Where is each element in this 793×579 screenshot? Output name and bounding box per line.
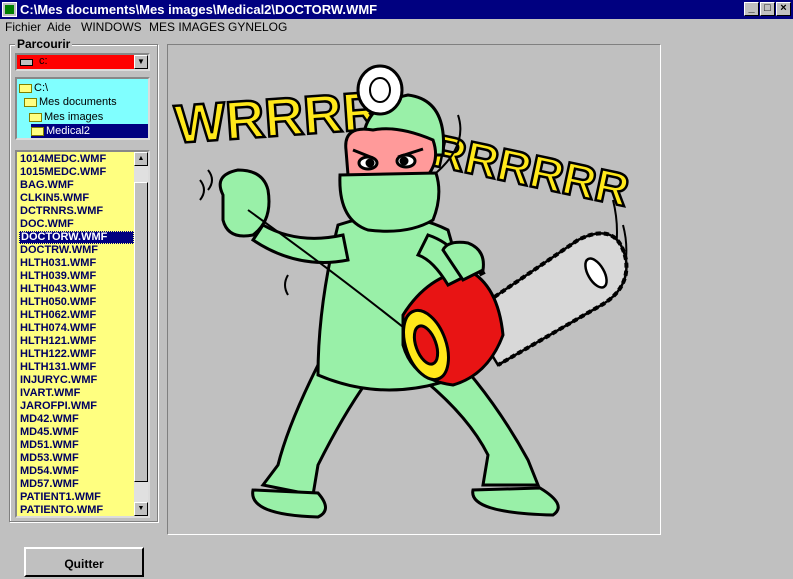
file-item[interactable]: HLTH131.WMF xyxy=(19,361,134,374)
drive-icon xyxy=(20,59,33,66)
drive-value: c: xyxy=(39,55,48,67)
menu-bar: Fichier Aide WINDOWS MES IMAGES GYNELOG xyxy=(0,19,793,37)
file-item[interactable]: MD42.WMF xyxy=(19,413,134,426)
open-folder-icon xyxy=(31,126,44,136)
file-item[interactable]: CLKIN5.WMF xyxy=(19,192,134,205)
menu-fichier[interactable]: Fichier xyxy=(5,20,41,34)
close-button[interactable]: × xyxy=(776,2,791,16)
app-icon[interactable] xyxy=(2,2,17,17)
file-item-selected[interactable]: DOCTORW.WMF xyxy=(19,231,134,244)
title-bar: C:\Mes documents\Mes images\Medical2\DOC… xyxy=(0,0,793,19)
open-folder-icon xyxy=(29,112,42,122)
file-items: 1014MEDC.WMF 1015MEDC.WMF BAG.WMF CLKIN5.WM… xyxy=(19,153,134,516)
file-item[interactable]: PATIENTO.WMF xyxy=(19,504,134,516)
menu-gynelog[interactable]: GYNELOG xyxy=(228,20,287,34)
image-preview: WRRRR RRRRRR xyxy=(167,44,661,535)
file-item[interactable]: HLTH043.WMF xyxy=(19,283,134,296)
file-item[interactable]: JAROFPI.WMF xyxy=(19,400,134,413)
file-item[interactable]: MD54.WMF xyxy=(19,465,134,478)
file-item[interactable]: DOC.WMF xyxy=(19,218,134,231)
file-list[interactable]: 1014MEDC.WMF 1015MEDC.WMF BAG.WMF CLKIN5.WM… xyxy=(15,150,150,518)
file-item[interactable]: 1014MEDC.WMF xyxy=(19,153,134,166)
file-item[interactable]: IVART.WMF xyxy=(19,387,134,400)
file-list-scrollbar[interactable]: ▲ ▼ xyxy=(134,152,148,516)
menu-mes-images[interactable]: MES IMAGES xyxy=(149,20,225,34)
dir-item[interactable]: Mes images xyxy=(29,110,103,124)
file-item[interactable]: MD57.WMF xyxy=(19,478,134,491)
drive-select[interactable]: c: ▼ xyxy=(15,53,150,71)
file-item[interactable]: BAG.WMF xyxy=(19,179,134,192)
file-item[interactable]: HLTH121.WMF xyxy=(19,335,134,348)
dir-item[interactable]: Mes documents xyxy=(24,95,117,109)
surgeon-chainsaw-illustration: WRRRR RRRRRR xyxy=(171,64,635,519)
open-folder-icon xyxy=(24,97,37,107)
file-item[interactable]: HLTH039.WMF xyxy=(19,270,134,283)
file-item[interactable]: MD45.WMF xyxy=(19,426,134,439)
dropdown-arrow-icon[interactable]: ▼ xyxy=(134,55,148,69)
minimize-button[interactable]: _ xyxy=(744,2,759,16)
quit-button[interactable]: Quitter xyxy=(24,547,144,577)
dir-item[interactable]: C:\ xyxy=(19,81,48,95)
file-item[interactable]: PATIENT1.WMF xyxy=(19,491,134,504)
file-item[interactable]: INJURYC.WMF xyxy=(19,374,134,387)
scroll-up-icon[interactable]: ▲ xyxy=(134,152,148,166)
file-item[interactable]: HLTH122.WMF xyxy=(19,348,134,361)
menu-windows[interactable]: WINDOWS xyxy=(81,20,142,34)
dir-item-selected[interactable]: Medical2 xyxy=(31,124,148,138)
menu-aide[interactable]: Aide xyxy=(47,20,71,34)
file-item[interactable]: MD51.WMF xyxy=(19,439,134,452)
open-folder-icon xyxy=(19,83,32,93)
window-title: C:\Mes documents\Mes images\Medical2\DOC… xyxy=(20,2,378,17)
maximize-button[interactable]: □ xyxy=(760,2,775,16)
file-item[interactable]: 1015MEDC.WMF xyxy=(19,166,134,179)
directory-list[interactable]: C:\ Mes documents Mes images Medical2 xyxy=(15,77,150,140)
file-item[interactable]: HLTH074.WMF xyxy=(19,322,134,335)
scroll-thumb[interactable] xyxy=(134,182,148,482)
file-item[interactable]: DCTRNRS.WMF xyxy=(19,205,134,218)
file-item[interactable]: HLTH062.WMF xyxy=(19,309,134,322)
scroll-down-icon[interactable]: ▼ xyxy=(134,502,148,516)
browse-group-label: Parcourir xyxy=(15,37,73,51)
file-item[interactable]: MD53.WMF xyxy=(19,452,134,465)
file-item[interactable]: HLTH050.WMF xyxy=(19,296,134,309)
file-item[interactable]: HLTH031.WMF xyxy=(19,257,134,270)
file-item[interactable]: DOCTRW.WMF xyxy=(19,244,134,257)
